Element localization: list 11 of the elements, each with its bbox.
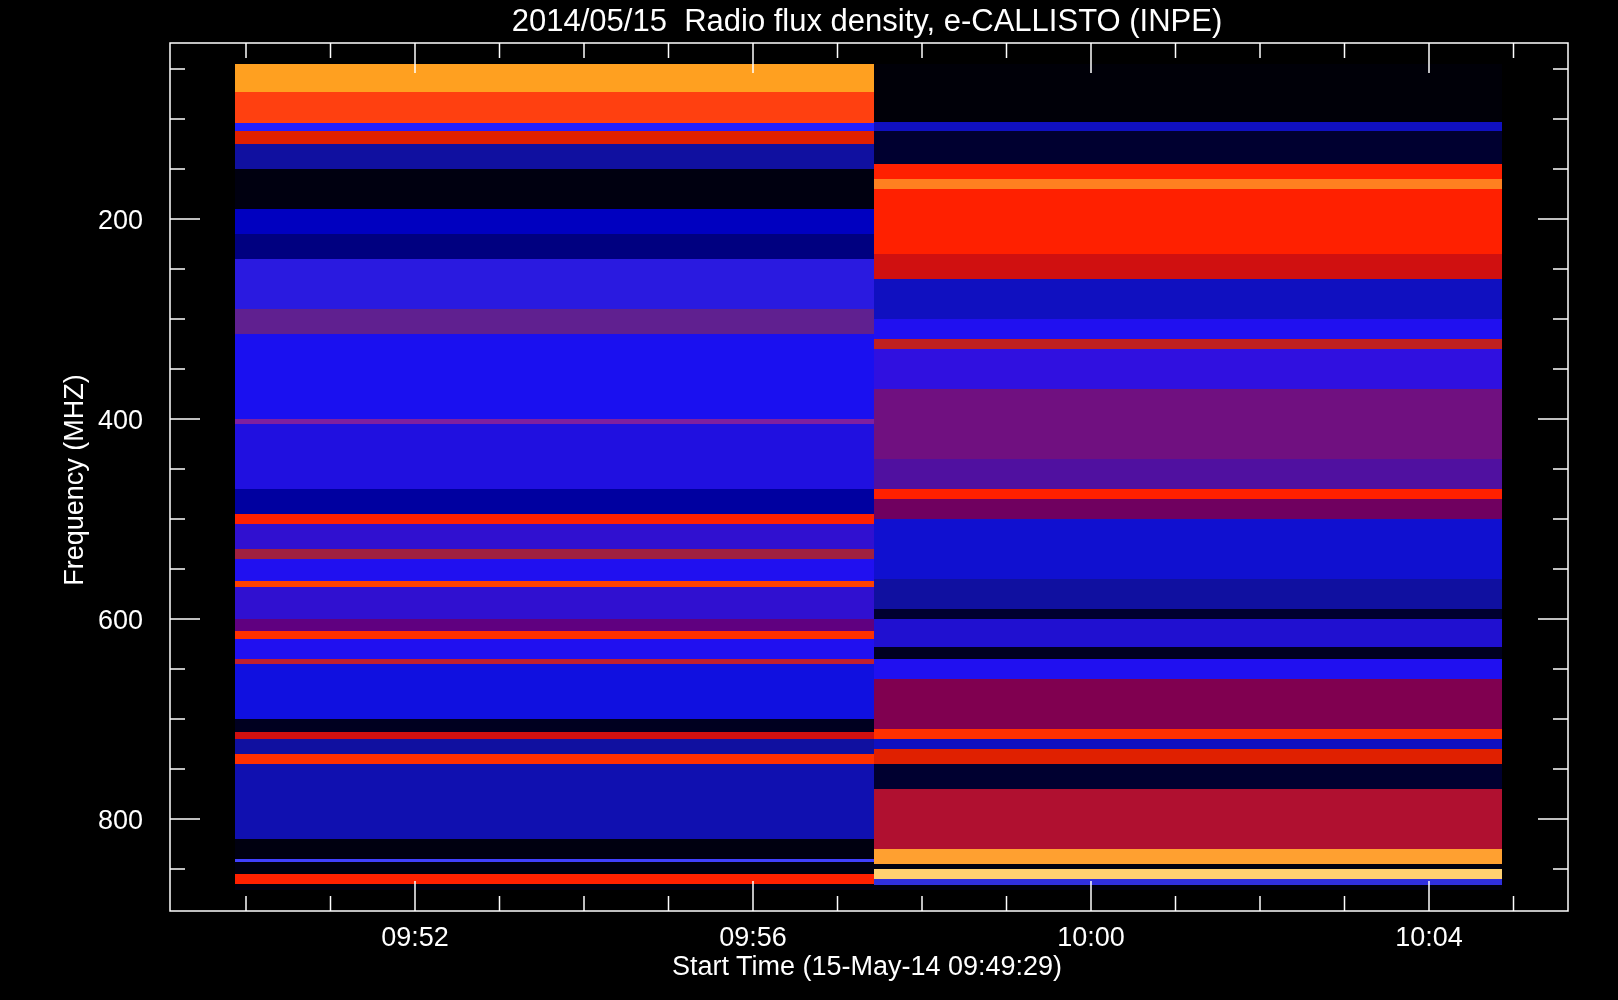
tick-label: 400 [97, 405, 143, 435]
tick-label: 600 [97, 605, 143, 635]
tick-label: 800 [97, 805, 143, 835]
tick-label: 10:04 [1395, 922, 1463, 952]
axis-label: Start Time (15-May-14 09:49:29) [671, 951, 1063, 981]
tick-label: 10:00 [1057, 922, 1125, 952]
axis-label: Frequency (MHZ) [59, 374, 89, 586]
tick-label: 09:52 [381, 922, 449, 952]
tick-label: 200 [97, 205, 143, 235]
chart-title: 2014/05/15 Radio flux density, e-CALLISTO (INPE) [511, 3, 1223, 38]
tick-label: 09:56 [719, 922, 787, 952]
